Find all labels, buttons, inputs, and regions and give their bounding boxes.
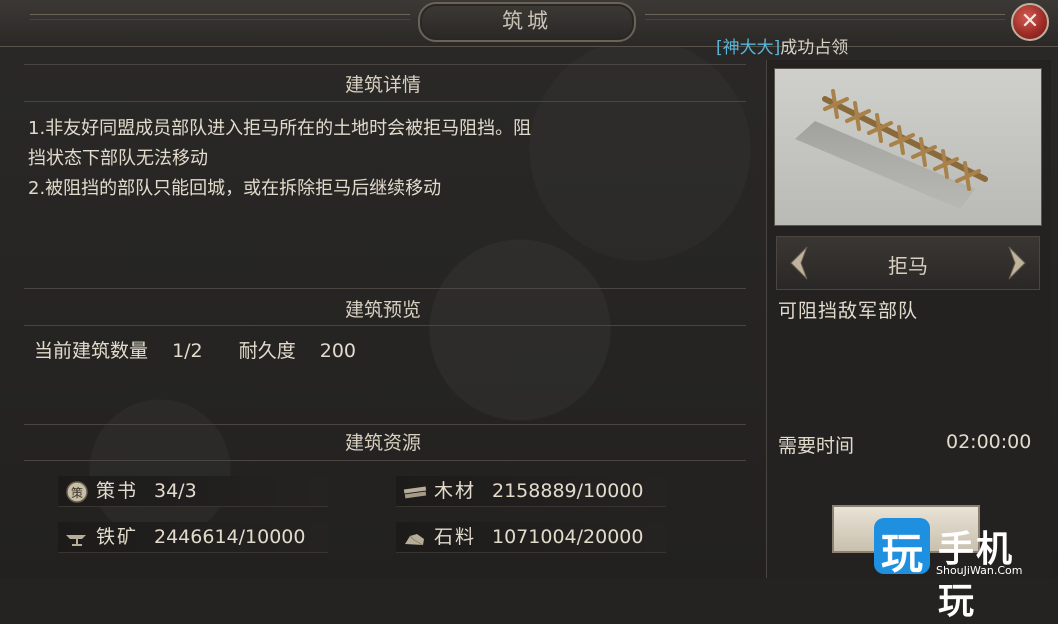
strategy-book-icon: 策 <box>66 480 88 503</box>
preview-title: 建筑预览 <box>344 299 421 321</box>
notice-message: 成功占领 <box>780 38 849 58</box>
building-description: 1.非友好同盟成员部队进入拒马所在的土地时会被拒马阻挡。阻 挡状态下部队无法移动… <box>28 114 744 204</box>
cheval-de-frise-image <box>795 89 988 209</box>
resource-row: 石料 1071004/20000 <box>396 522 666 553</box>
divider <box>24 460 746 461</box>
durability-value: 200 <box>319 340 357 362</box>
title-bar: 筑城 ✕ <box>0 0 1058 47</box>
resource-label: 石料 <box>434 526 477 548</box>
resource-label: 铁矿 <box>96 526 139 548</box>
title-ornament-left <box>30 14 410 20</box>
divider <box>24 424 746 425</box>
resources-title: 建筑资源 <box>344 432 421 454</box>
description-line: 2.被阻挡的部队只能回城，或在拆除拒马后继续移动 <box>28 178 442 199</box>
resource-row: 木材 2158889/10000 <box>396 476 666 507</box>
notice-player[interactable]: [神大大] <box>716 38 780 58</box>
iron-ore-icon <box>66 534 86 546</box>
wood-icon <box>403 485 427 498</box>
building-stats: 当前建筑数量 1/2 耐久度 200 <box>34 336 356 363</box>
watermark-logo: 玩 <box>874 518 930 578</box>
resource-value: 34/3 <box>154 480 197 502</box>
title-ornament-right <box>645 14 1005 20</box>
building-effect: 可阻挡敌军部队 <box>778 300 919 322</box>
description-line: 挡状态下部队无法移动 <box>28 148 208 169</box>
description-line: 1.非友好同盟成员部队进入拒马所在的土地时会被拒马阻挡。阻 <box>28 118 532 139</box>
resource-label: 木材 <box>434 480 477 502</box>
divider <box>24 64 746 65</box>
watermark-logo-char: 玩 <box>880 529 923 578</box>
watermark: 玩 手机玩 ShouJiWan.Com <box>870 514 1050 622</box>
resource-value: 1071004/20000 <box>492 526 644 548</box>
durability-label: 耐久度 <box>238 340 296 362</box>
close-icon[interactable]: ✕ <box>1011 3 1049 41</box>
time-value: 02:00:00 <box>946 431 1032 453</box>
stone-icon <box>405 533 424 545</box>
resource-row: 铁矿 2446614/10000 <box>58 522 328 553</box>
chevron-right-icon[interactable] <box>1005 243 1031 283</box>
building-preview-image <box>774 68 1042 226</box>
watermark-url: ShouJiWan.Com <box>936 564 1023 577</box>
details-title: 建筑详情 <box>344 74 421 96</box>
divider <box>24 288 746 289</box>
occupation-notice: [神大大]成功占领 <box>716 33 848 58</box>
building-name: 拒马 <box>888 254 928 278</box>
resource-label: 策书 <box>96 480 139 502</box>
count-value: 1/2 <box>172 340 203 362</box>
divider <box>24 101 746 102</box>
count-label: 当前建筑数量 <box>34 340 149 362</box>
resource-value: 2446614/10000 <box>154 526 306 548</box>
resource-row: 策 策书 34/3 <box>58 476 328 507</box>
divider <box>24 325 746 326</box>
window-title: 筑城 <box>418 2 636 42</box>
building-selector: 拒马 <box>776 236 1040 290</box>
time-label: 需要时间 <box>778 435 855 457</box>
svg-text:策: 策 <box>71 486 83 500</box>
resource-value: 2158889/10000 <box>492 480 644 502</box>
